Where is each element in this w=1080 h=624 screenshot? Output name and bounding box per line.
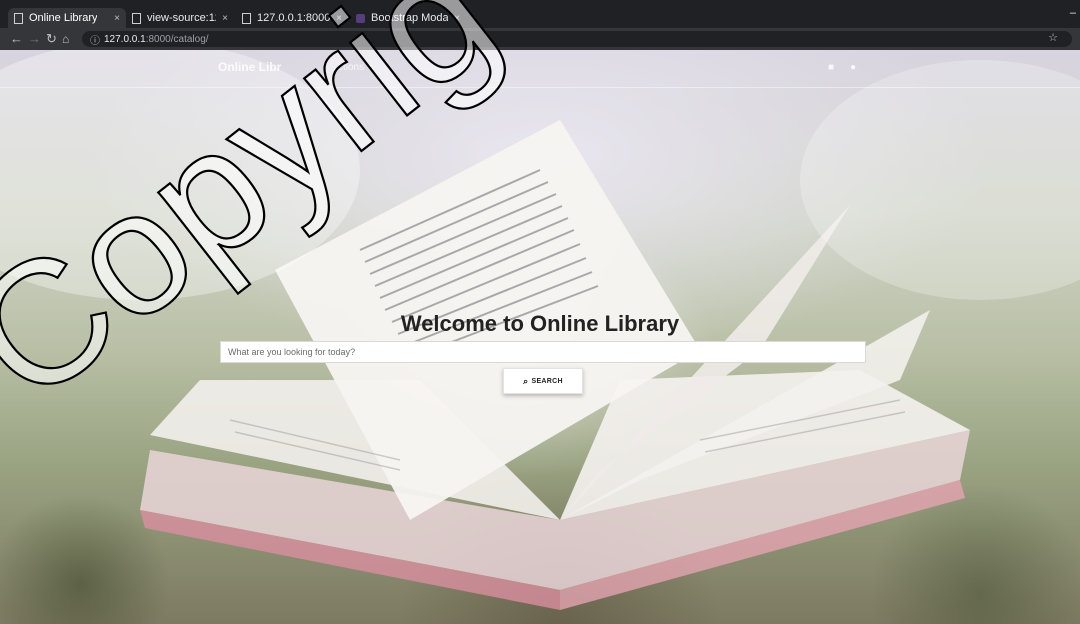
reload-icon[interactable]: ↻ xyxy=(46,31,57,47)
open-book-illustration xyxy=(0,50,1080,610)
page-icon xyxy=(132,12,141,24)
page-viewport: Online Libr ctions ▾ ■ ● Welcome to Onli… xyxy=(0,50,1080,624)
bookmark-star-icon[interactable]: ☆ xyxy=(1048,31,1058,44)
url-path: :8000/catalog/ xyxy=(145,33,209,45)
page-icon xyxy=(14,12,23,24)
nav-dropdown-actions[interactable]: ctions ▾ xyxy=(338,62,372,73)
user-icon[interactable]: ● xyxy=(850,62,856,73)
back-arrow-icon[interactable]: ← xyxy=(10,31,23,47)
browser-tab-view-source[interactable]: view-source:127.0.0 × xyxy=(126,8,234,28)
browser-tab-strip: Online Library × view-source:127.0.0 × 1… xyxy=(0,0,1080,28)
url-host: 127.0.0.1 xyxy=(104,33,146,45)
search-icon: ⌕ xyxy=(523,375,529,386)
window-control-icon[interactable]: – xyxy=(1070,7,1076,19)
tab-title: view-source:127.0.0 xyxy=(147,12,216,24)
navbar-brand[interactable]: Online Libr xyxy=(218,60,281,74)
tab-title: 127.0.0.1:8000/sta xyxy=(257,12,331,24)
close-icon[interactable]: × xyxy=(448,13,460,24)
home-icon[interactable]: ⌂ xyxy=(62,31,69,47)
page-title: Welcome to Online Library xyxy=(400,311,680,336)
search-button[interactable]: ⌕ SEARCH xyxy=(503,368,583,394)
forward-arrow-icon[interactable]: → xyxy=(28,31,41,47)
tab-title: Bootstrap Modal xyxy=(371,12,449,24)
browser-tab-static[interactable]: 127.0.0.1:8000/sta × xyxy=(236,8,348,28)
search-input[interactable] xyxy=(220,341,866,363)
close-icon[interactable]: × xyxy=(330,13,342,24)
bootstrap-icon xyxy=(356,13,365,23)
close-icon[interactable]: × xyxy=(108,13,120,24)
search-button-label: SEARCH xyxy=(531,377,563,385)
browser-tab-online-library[interactable]: Online Library × xyxy=(8,8,126,28)
browser-tab-bootstrap-modal[interactable]: Bootstrap Modal × xyxy=(350,8,466,28)
address-bar[interactable]: ⓘ 127.0.0.1 :8000/catalog/ ☆ xyxy=(82,31,1072,47)
square-icon[interactable]: ■ xyxy=(828,62,834,73)
info-icon[interactable]: ⓘ xyxy=(90,32,100,47)
tab-title: Online Library xyxy=(29,12,98,24)
page-icon xyxy=(242,12,251,24)
browser-toolbar: ← → ↻ ⌂ ⓘ 127.0.0.1 :8000/catalog/ ☆ xyxy=(0,28,1080,50)
close-icon[interactable]: × xyxy=(216,13,228,24)
site-navbar: Online Libr ctions ▾ ■ ● xyxy=(0,50,1080,88)
